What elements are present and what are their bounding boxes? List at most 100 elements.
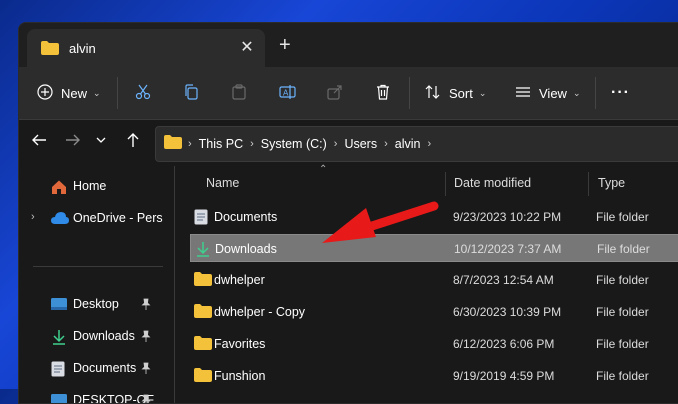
pin-icon[interactable] (141, 362, 151, 377)
delete-button[interactable] (375, 67, 391, 119)
share-button[interactable] (327, 67, 343, 119)
new-button-label: New (61, 85, 88, 101)
breadcrumb-separator-icon: › (333, 138, 338, 150)
file-date: 9/19/2019 4:59 PM (453, 369, 555, 383)
sidebar-item-label: Documents (73, 361, 137, 375)
copy-icon (183, 83, 199, 103)
file-date: 9/23/2023 10:22 PM (453, 210, 562, 224)
home-icon (51, 179, 67, 198)
tab-strip: alvin ✕ + (19, 23, 678, 67)
file-type: File folder (596, 305, 649, 319)
file-row[interactable]: Documents 9/23/2023 10:22 PM File folder (190, 203, 678, 231)
copy-button[interactable] (183, 67, 199, 119)
up-arrow-icon[interactable] (125, 132, 141, 153)
new-tab-icon[interactable]: + (279, 35, 291, 55)
folder-icon (194, 304, 212, 323)
file-type: File folder (596, 210, 649, 224)
file-type: File folder (596, 337, 649, 351)
divider (33, 266, 163, 267)
downloads-folder-icon (195, 241, 211, 262)
new-button[interactable]: New ⌄ (37, 67, 101, 119)
folder-icon (194, 336, 212, 355)
breadcrumb-separator-icon: › (188, 138, 192, 150)
sidebar-item-downloads[interactable]: Downloads (19, 324, 171, 350)
expand-chevron-icon[interactable]: › (31, 211, 35, 223)
sidebar-item-desktop[interactable]: Desktop (19, 292, 171, 318)
file-date: 8/7/2023 12:54 AM (453, 273, 554, 287)
computer-icon (51, 393, 67, 403)
sort-icon (425, 84, 441, 103)
document-icon (51, 361, 65, 380)
chevron-down-icon: ⌄ (572, 87, 581, 98)
file-row-selected[interactable]: Downloads 10/12/2023 7:37 AM File folder (190, 234, 678, 262)
breadcrumb-this-pc[interactable]: This PC (199, 137, 243, 151)
back-arrow-icon[interactable] (31, 132, 47, 153)
download-arrow-icon (51, 329, 67, 348)
sidebar-item-label: Home (73, 179, 107, 193)
file-row[interactable]: Favorites 6/12/2023 6:06 PM File folder (190, 330, 678, 358)
rename-button[interactable]: A (279, 67, 297, 119)
recent-locations-chevron-icon[interactable] (95, 132, 107, 153)
sort-button[interactable]: Sort ⌄ (425, 67, 486, 119)
file-type: File folder (596, 273, 649, 287)
file-explorer-window: alvin ✕ + New ⌄ A Sort ⌄ View ⌄ ··· › Th… (18, 22, 678, 404)
sort-label: Sort (449, 85, 473, 101)
pin-icon[interactable] (141, 330, 151, 345)
breadcrumb-alvin[interactable]: alvin (395, 137, 421, 151)
sidebar-item-onedrive[interactable]: › OneDrive - Pers (19, 206, 171, 232)
sidebar-item-desktop-computer[interactable]: DESKTOP-QF (19, 388, 171, 403)
documents-folder-icon (194, 209, 208, 230)
column-header-date[interactable]: Date modified (454, 176, 531, 190)
file-date: 10/12/2023 7:37 AM (454, 242, 562, 256)
trash-icon (375, 84, 391, 103)
pane-divider[interactable] (174, 166, 175, 403)
file-row[interactable]: dwhelper 8/7/2023 12:54 AM File folder (190, 266, 678, 294)
tab-alvin[interactable]: alvin ✕ (27, 29, 265, 67)
sidebar-item-label: Desktop (73, 297, 119, 311)
cloud-icon (51, 211, 69, 228)
pin-icon[interactable] (141, 394, 151, 403)
breadcrumb-separator-icon: › (384, 138, 388, 150)
file-row[interactable]: Funshion 9/19/2019 4:59 PM File folder (190, 362, 678, 390)
sidebar-item-home[interactable]: Home (19, 174, 171, 200)
breadcrumb-separator-icon: › (250, 138, 254, 150)
navigation-bar: › This PC › System (C:) › Users › alvin … (19, 120, 678, 166)
svg-text:A: A (283, 88, 289, 97)
sidebar-item-documents[interactable]: Documents (19, 356, 171, 382)
share-icon (327, 84, 343, 103)
close-tab-icon[interactable]: ✕ (237, 37, 257, 57)
chevron-down-icon: ⌄ (478, 87, 487, 98)
divider (595, 77, 596, 109)
cut-button[interactable] (135, 67, 151, 119)
column-header-name[interactable]: Name (206, 176, 239, 190)
view-lines-icon (515, 84, 531, 103)
file-name: dwhelper - Copy (214, 305, 306, 319)
navigation-pane: Home › OneDrive - Pers Desktop Downloads (19, 166, 171, 403)
file-name: Funshion (214, 369, 266, 383)
address-bar[interactable]: › This PC › System (C:) › Users › alvin … (155, 126, 678, 162)
tab-title: alvin (69, 41, 96, 56)
pin-icon[interactable] (141, 298, 151, 313)
column-divider[interactable] (445, 172, 446, 196)
breadcrumb-system-c[interactable]: System (C:) (261, 137, 327, 151)
folder-icon (194, 368, 212, 387)
plus-circle-icon (37, 83, 53, 103)
sidebar-item-label: OneDrive - Pers (73, 211, 163, 225)
paste-button[interactable] (231, 67, 247, 119)
column-header-type[interactable]: Type (598, 176, 625, 190)
command-bar: New ⌄ A Sort ⌄ View ⌄ ··· (19, 67, 678, 120)
clipboard-icon (231, 83, 247, 103)
forward-arrow-icon[interactable] (65, 132, 81, 153)
view-label: View (539, 85, 567, 101)
more-options-button[interactable]: ··· (611, 67, 630, 119)
folder-icon (164, 134, 182, 154)
file-row[interactable]: dwhelper - Copy 6/30/2023 10:39 PM File … (190, 298, 678, 326)
view-button[interactable]: View ⌄ (515, 67, 581, 119)
scissors-icon (135, 84, 151, 103)
chevron-down-icon: ⌄ (93, 87, 101, 98)
breadcrumb-users[interactable]: Users (344, 137, 377, 151)
file-type: File folder (596, 369, 649, 383)
column-divider[interactable] (588, 172, 589, 196)
divider (409, 77, 410, 109)
sort-ascending-icon: ⌃ (319, 164, 328, 175)
